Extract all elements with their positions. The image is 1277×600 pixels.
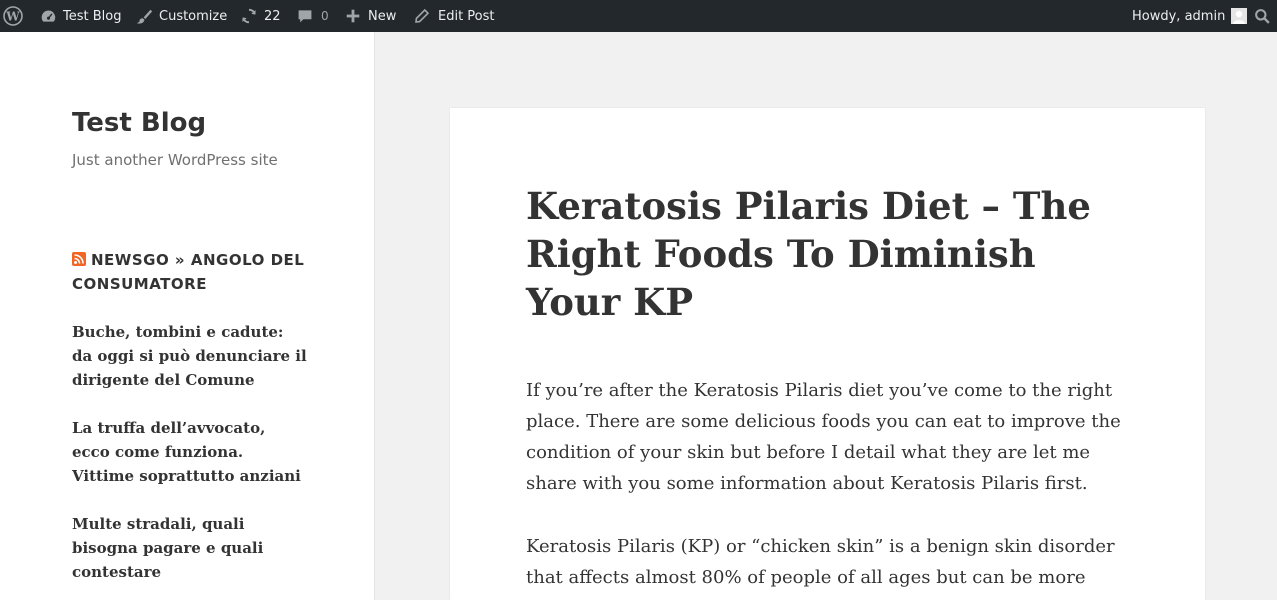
sidebar: Test Blog Just another WordPress site NE… xyxy=(0,32,375,600)
post-article: Keratosis Pilaris Diet – The Right Foods… xyxy=(450,108,1205,600)
my-account-menu[interactable]: Howdy, admin xyxy=(1132,0,1248,32)
new-label: New xyxy=(368,8,397,24)
howdy-text: Howdy, admin xyxy=(1132,8,1226,24)
post-title: Keratosis Pilaris Diet – The Right Foods… xyxy=(526,184,1091,324)
feed-item-link[interactable]: Multe stradali, quali bisogna pagare e q… xyxy=(72,512,307,584)
site-name-label: Test Blog xyxy=(63,8,122,24)
avatar xyxy=(1231,8,1248,24)
site-name-menu[interactable]: Test Blog xyxy=(40,0,121,32)
comment-bubble-icon xyxy=(297,8,313,24)
comments-count: 0 xyxy=(321,9,329,23)
rss-widget-title: NEWSGO » ANGOLO DEL CONSUMATORE xyxy=(72,248,312,296)
feed-item-link[interactable]: Buche, tombini e cadute: da oggi si può … xyxy=(72,320,307,392)
post-paragraph: Keratosis Pilaris (KP) or “chicken skin”… xyxy=(526,536,1115,588)
search-button[interactable] xyxy=(1254,0,1271,32)
paintbrush-icon xyxy=(136,8,153,25)
dashboard-icon xyxy=(40,8,57,25)
plus-icon xyxy=(346,9,360,23)
wordpress-logo-button[interactable]: W xyxy=(3,0,23,32)
feed-item-link[interactable]: La truffa dell’avvocato, ecco come funzi… xyxy=(72,416,307,488)
pencil-icon xyxy=(414,8,430,24)
wordpress-icon: W xyxy=(3,6,23,26)
updates-link[interactable]: 22 xyxy=(240,0,281,32)
updates-icon xyxy=(240,7,258,25)
edit-post-link[interactable]: Edit Post xyxy=(414,0,495,32)
search-icon xyxy=(1254,8,1271,25)
post-paragraph: If you’re after the Keratosis Pilaris di… xyxy=(526,380,1121,494)
comments-link[interactable]: 0 xyxy=(297,0,329,32)
svg-text:W: W xyxy=(5,10,20,24)
new-content-menu[interactable]: New xyxy=(346,0,396,32)
rss-widget-title-link[interactable]: NEWSGO » ANGOLO DEL CONSUMATORE xyxy=(72,251,304,293)
rss-icon[interactable] xyxy=(72,249,86,266)
admin-bar: W Test Blog Customize 22 0 New Edit Post… xyxy=(0,0,1277,32)
site-description: Just another WordPress site xyxy=(72,151,278,169)
site-title[interactable]: Test Blog xyxy=(72,108,206,138)
updates-count: 22 xyxy=(264,8,281,24)
customize-label: Customize xyxy=(159,8,228,24)
customize-link[interactable]: Customize xyxy=(136,0,227,32)
edit-post-label: Edit Post xyxy=(438,8,495,24)
